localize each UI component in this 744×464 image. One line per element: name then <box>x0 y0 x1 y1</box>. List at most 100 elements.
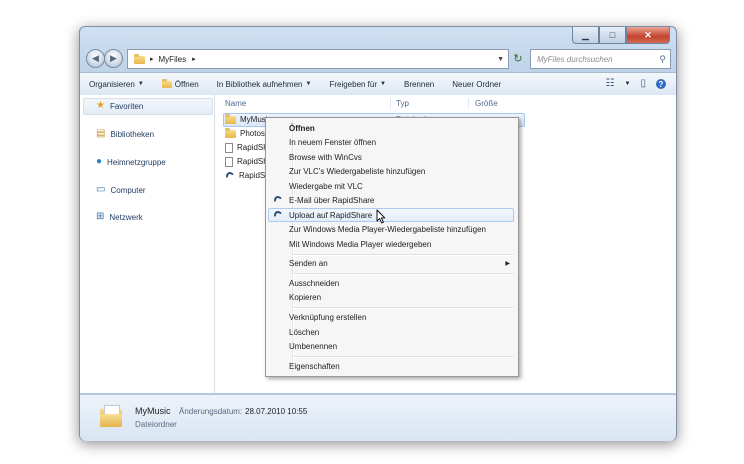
menu-item-open-new-window[interactable]: In neuem Fenster öffnen <box>268 135 514 149</box>
caption-buttons: ▁ □ ✕ <box>572 27 670 44</box>
open-button[interactable]: Öffnen <box>153 78 208 89</box>
menu-item-email-rapidshare[interactable]: E-Mail über RapidShare <box>268 193 514 207</box>
menu-separator <box>292 273 514 275</box>
menu-item-properties[interactable]: Eigenschaften <box>268 359 514 373</box>
folder-icon <box>134 54 145 64</box>
table-row[interactable]: RapidSh <box>225 169 270 182</box>
burn-button[interactable]: Brennen <box>395 80 443 89</box>
chevron-down-icon: ▼ <box>137 81 144 87</box>
new-folder-label: Neuer Ordner <box>452 79 502 89</box>
context-menu: Öffnen In neuem Fenster öffnen Browse wi… <box>265 117 519 377</box>
menu-item-wmp-playlist[interactable]: Zur Windows Media Player-Wiedergabeliste… <box>268 222 514 236</box>
refresh-icon[interactable]: ↻ <box>511 51 525 65</box>
organize-button[interactable]: Organisieren ▼ <box>80 80 153 89</box>
menu-item-browse-wincvs[interactable]: Browse with WinCvs <box>268 150 514 164</box>
chevron-down-icon: ▼ <box>305 81 312 87</box>
sidebar-item-computer[interactable]: ▭ Computer <box>96 185 146 195</box>
folder-icon <box>225 113 236 124</box>
close-icon: ✕ <box>644 29 652 40</box>
star-icon: ★ <box>96 100 105 111</box>
library-label: In Bibliothek aufnehmen <box>216 79 303 89</box>
computer-icon: ▭ <box>96 184 106 195</box>
sidebar-item-network[interactable]: ⊞ Netzwerk <box>96 212 143 222</box>
menu-item-vlc-play[interactable]: Wiedergabe mit VLC <box>268 179 514 193</box>
details-type: Dateiordner <box>135 420 177 429</box>
sidebar-item-label: Favoriten <box>109 101 144 111</box>
organize-label: Organisieren <box>89 79 135 89</box>
folder-large-icon <box>100 405 122 427</box>
homegroup-icon: ● <box>96 156 103 167</box>
rapidshare-icon <box>273 210 283 220</box>
sidebar-item-libraries[interactable]: ▤ Bibliotheken <box>96 129 154 139</box>
menu-item-rename[interactable]: Umbenennen <box>268 339 514 353</box>
column-header-size[interactable]: Größe <box>475 95 498 111</box>
menu-item-upload-rapidshare[interactable]: Upload auf RapidShare <box>268 208 514 222</box>
mouse-cursor-icon <box>376 209 386 224</box>
close-button[interactable]: ✕ <box>626 27 670 44</box>
rapidshare-icon <box>273 195 283 205</box>
new-folder-button[interactable]: Neuer Ordner <box>443 80 510 89</box>
minimize-icon: ▁ <box>582 29 589 40</box>
breadcrumb-myfiles[interactable]: MyFiles <box>159 55 187 64</box>
menu-separator <box>292 307 514 309</box>
sidebar-item-label: Computer <box>110 185 146 195</box>
table-row[interactable]: RapidSh <box>225 141 268 154</box>
view-options-icon[interactable]: ☷ <box>606 79 615 89</box>
maximize-button[interactable]: □ <box>599 27 626 44</box>
sidebar-item-homegroup[interactable]: ● Heimnetzgruppe <box>96 157 166 167</box>
search-icon[interactable]: ⚲ <box>659 54 666 65</box>
search-placeholder: MyFiles durchsuchen <box>537 54 613 64</box>
maximize-icon: □ <box>609 30 616 40</box>
column-header-name[interactable]: Name <box>225 95 246 111</box>
rapidshare-icon <box>225 171 235 181</box>
file-name: RapidSh <box>237 143 268 152</box>
document-icon <box>225 156 233 167</box>
forward-arrow-icon: ▶ <box>110 53 117 63</box>
document-icon <box>225 142 233 153</box>
minimize-button[interactable]: ▁ <box>572 27 599 44</box>
command-bar: Organisieren ▼ Öffnen In Bibliothek aufne… <box>80 72 676 96</box>
search-field[interactable]: MyFiles durchsuchen ⚲ <box>530 49 671 69</box>
menu-item-send-to[interactable]: Senden an ▶ <box>268 256 514 270</box>
menu-item-cut[interactable]: Ausschneiden <box>268 276 514 290</box>
breadcrumb-arrow[interactable]: ▸ <box>192 55 196 63</box>
address-dropdown-icon[interactable]: ▼ <box>497 56 504 63</box>
sidebar-item-favorites[interactable]: ★ Favoriten <box>96 101 143 111</box>
library-icon: ▤ <box>96 128 106 139</box>
menu-item-delete[interactable]: Löschen <box>268 325 514 339</box>
column-header-type[interactable]: Typ <box>396 95 409 111</box>
forward-button[interactable]: ▶ <box>104 49 123 68</box>
table-row[interactable]: Photos <box>225 127 265 140</box>
menu-item-copy[interactable]: Kopieren <box>268 290 514 304</box>
share-button[interactable]: Freigeben für ▼ <box>320 80 395 89</box>
add-to-library-button[interactable]: In Bibliothek aufnehmen ▼ <box>208 80 321 89</box>
sidebar-item-label: Netzwerk <box>109 212 143 222</box>
menu-item-vlc-playlist[interactable]: Zur VLC's Wiedergabeliste hinzufügen <box>268 164 514 178</box>
file-name: Photos <box>240 129 265 138</box>
column-divider <box>468 98 469 109</box>
back-arrow-icon: ◀ <box>92 53 99 63</box>
menu-separator <box>292 356 514 358</box>
submenu-arrow-icon: ▶ <box>505 260 510 267</box>
table-row[interactable]: RapidSh <box>225 155 268 168</box>
network-icon: ⊞ <box>96 211 105 222</box>
menu-item-open[interactable]: Öffnen <box>268 121 514 135</box>
view-dropdown-icon[interactable]: ▼ <box>625 81 631 87</box>
preview-pane-icon[interactable]: ▯ <box>640 79 646 89</box>
navigation-pane: ★ Favoriten ▤ Bibliotheken ● Heimnetzgru… <box>80 95 215 393</box>
column-divider <box>390 98 391 109</box>
details-name: MyMusic <box>135 406 171 416</box>
back-button[interactable]: ◀ <box>86 49 105 68</box>
menu-item-create-shortcut[interactable]: Verknüpfung erstellen <box>268 310 514 324</box>
folder-icon <box>225 127 236 138</box>
details-date-label: Änderungsdatum: <box>179 407 243 416</box>
details-date-value: 28.07.2010 10:55 <box>245 407 308 416</box>
open-label: Öffnen <box>174 79 199 89</box>
menu-item-wmp-play[interactable]: Mit Windows Media Player wiedergeben <box>268 237 514 251</box>
help-icon[interactable]: ? <box>656 79 666 89</box>
chevron-down-icon: ▼ <box>380 81 386 87</box>
sidebar-item-label: Bibliotheken <box>110 129 155 139</box>
address-bar[interactable]: ▸ MyFiles ▸ ▼ <box>127 49 509 69</box>
details-pane: MyMusic Änderungsdatum: 28.07.2010 10:55… <box>80 394 676 441</box>
breadcrumb-separator: ▸ <box>150 56 154 63</box>
